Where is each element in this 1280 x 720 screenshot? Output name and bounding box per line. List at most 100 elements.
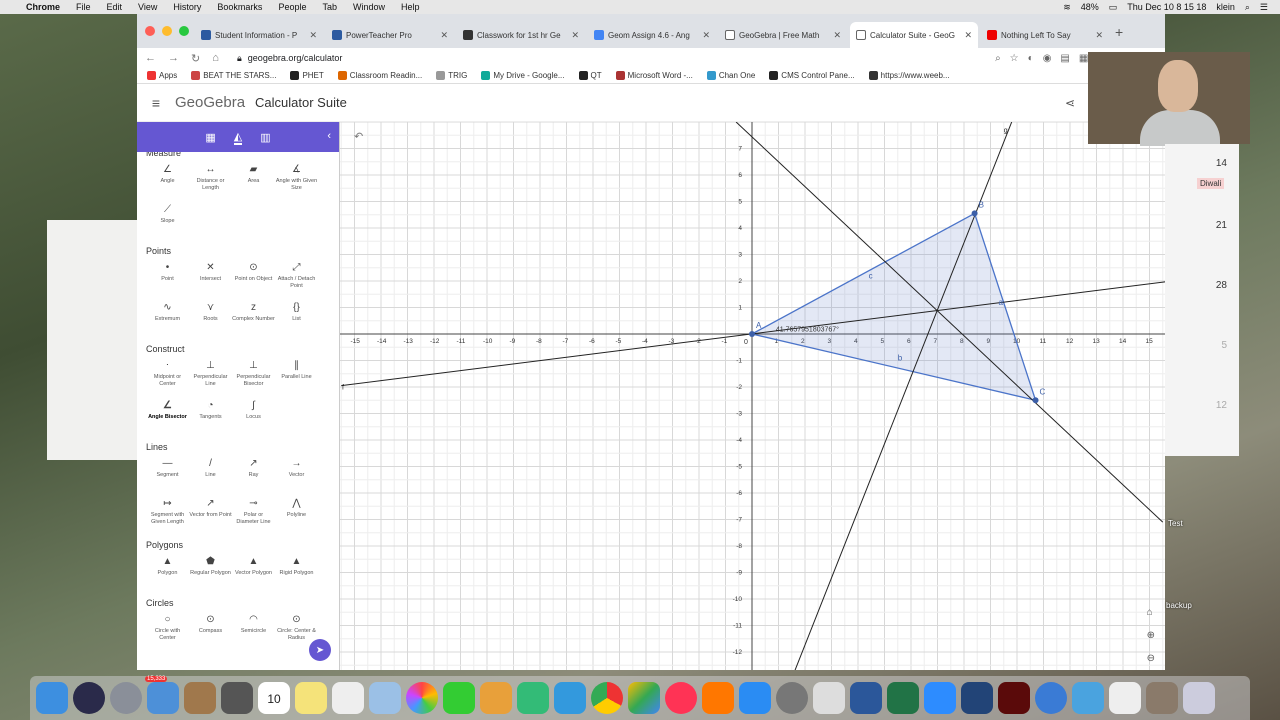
tool-angle-bisector[interactable]: ∠ Angle Bisector xyxy=(146,398,189,436)
excel-icon[interactable] xyxy=(887,682,919,714)
zoom-out-icon[interactable]: ⊖ xyxy=(1147,653,1155,664)
globe-icon[interactable] xyxy=(1035,682,1067,714)
extension-icon[interactable]: ▦ xyxy=(1079,53,1088,64)
zoom-window-button[interactable] xyxy=(179,26,189,36)
close-tab-icon[interactable]: ✕ xyxy=(702,30,710,41)
close-tab-icon[interactable]: ✕ xyxy=(833,30,841,41)
undo-icon[interactable]: ↶ xyxy=(354,130,363,143)
preview-icon[interactable] xyxy=(369,682,401,714)
tool-polygon[interactable]: ▲ Polygon xyxy=(146,554,189,592)
search-icon[interactable]: ⌕ xyxy=(995,53,1001,64)
photo-icon[interactable] xyxy=(1146,682,1178,714)
tool-vector-from-point[interactable]: ↗ Vector from Point xyxy=(189,496,232,534)
user-name[interactable]: klein xyxy=(1216,2,1235,12)
photos-icon[interactable] xyxy=(406,682,438,714)
calendar-event[interactable]: Diwali xyxy=(1197,178,1225,189)
menu-icon[interactable]: ≡ xyxy=(137,95,175,111)
reload-icon[interactable]: ↻ xyxy=(191,52,200,65)
tool-regular-polygon[interactable]: ⬟ Regular Polygon xyxy=(189,554,232,592)
quicktime-icon[interactable] xyxy=(961,682,993,714)
bookmark-cms[interactable]: CMS Control Pane... xyxy=(769,71,855,80)
spotlight-icon[interactable]: ⌕ xyxy=(1245,2,1250,13)
tool-point-on-object[interactable]: ⊙ Point on Object xyxy=(232,260,275,298)
home-icon[interactable]: ⌂ xyxy=(212,52,219,65)
menu-window[interactable]: Window xyxy=(345,2,393,12)
bookmark-my-drive[interactable]: My Drive - Google... xyxy=(481,71,565,80)
home-view-icon[interactable]: ⌂ xyxy=(1147,607,1155,618)
tool-locus[interactable]: ∫ Locus xyxy=(232,398,275,436)
tool-angle-with-given-size[interactable]: ∡ Angle with Given Size xyxy=(275,162,318,200)
chrome-icon[interactable] xyxy=(591,682,623,714)
menu-view[interactable]: View xyxy=(130,2,165,12)
facetime-icon[interactable] xyxy=(443,682,475,714)
close-tab-icon[interactable]: ✕ xyxy=(440,30,448,41)
music-icon[interactable] xyxy=(665,682,697,714)
menu-file[interactable]: File xyxy=(68,2,99,12)
word-icon[interactable] xyxy=(850,682,882,714)
graphics-view[interactable]: -15-14-13-12-11-10-9-8-7-6-5-4-3-2-10123… xyxy=(327,108,1165,670)
calculator-icon[interactable] xyxy=(221,682,253,714)
share-icon[interactable]: ⋖ xyxy=(1065,96,1075,110)
tool-extremum[interactable]: ∿ Extremum xyxy=(146,300,189,338)
tool-compass[interactable]: ⊙ Compass xyxy=(189,612,232,650)
tool-vector[interactable]: → Vector xyxy=(275,456,318,494)
tools-tab-icon[interactable]: ◭ xyxy=(233,130,243,145)
launchpad-icon[interactable] xyxy=(110,682,142,714)
back-icon[interactable]: ← xyxy=(145,52,156,65)
notes-icon[interactable] xyxy=(295,682,327,714)
star-icon[interactable]: ☆ xyxy=(1010,53,1019,64)
url-field[interactable]: geogebra.org/calculator xyxy=(248,53,343,63)
bookmark-classroom-reading[interactable]: Classroom Readin... xyxy=(337,71,422,80)
screenflow-icon[interactable] xyxy=(1072,682,1104,714)
forward-icon[interactable]: → xyxy=(168,52,179,65)
contacts-icon[interactable] xyxy=(184,682,216,714)
tab-student-information[interactable]: Student Information - P ✕ xyxy=(195,22,323,48)
tool-semicircle[interactable]: ◠ Semicircle xyxy=(232,612,275,650)
tool-parallel-line[interactable]: ∥ Parallel Line xyxy=(275,358,318,396)
bookmark-beat-the-stars[interactable]: BEAT THE STARS... xyxy=(191,71,276,80)
pointer-button[interactable]: ➤ xyxy=(309,639,331,661)
menu-people[interactable]: People xyxy=(270,2,314,12)
tool-line[interactable]: / Line xyxy=(189,456,232,494)
numbers-icon[interactable] xyxy=(517,682,549,714)
menu-list-icon[interactable]: ☰ xyxy=(1260,2,1268,13)
mail-icon[interactable]: 15,333 xyxy=(145,676,179,714)
tool-circle-with-center[interactable]: ○ Circle with Center xyxy=(146,612,189,650)
close-tab-icon[interactable]: ✕ xyxy=(309,30,317,41)
tab-geogebra-free[interactable]: GeoGebra | Free Math ✕ xyxy=(719,22,847,48)
trash-icon[interactable] xyxy=(1183,682,1215,714)
tab-geom-assign[interactable]: Geom Assign 4.6 - Ang ✕ xyxy=(588,22,716,48)
new-tab-button[interactable]: + xyxy=(1115,24,1123,40)
menu-app[interactable]: Chrome xyxy=(18,2,68,12)
clock[interactable]: Thu Dec 10 8 15 18 xyxy=(1127,2,1206,12)
close-tab-icon[interactable]: ✕ xyxy=(1095,30,1103,41)
tool-segment-with-given-length[interactable]: ↦ Segment with Given Length xyxy=(146,496,189,534)
tool-complex-number[interactable]: z Complex Number xyxy=(232,300,275,338)
keynote-icon[interactable] xyxy=(554,682,586,714)
bookmark-trig[interactable]: TRIG xyxy=(436,71,467,80)
bookmark-phet[interactable]: PHET xyxy=(290,71,324,80)
tool-intersect[interactable]: ✕ Intersect xyxy=(189,260,232,298)
tool-angle[interactable]: ∠ Angle xyxy=(146,162,189,200)
tool-distance-or-length[interactable]: ↔ Distance or Length xyxy=(189,162,232,200)
zoom-icon[interactable] xyxy=(924,682,956,714)
close-tab-icon[interactable]: ✕ xyxy=(964,30,972,41)
collapse-panel-icon[interactable]: ‹ xyxy=(327,130,331,142)
tool-area[interactable]: ▰ Area xyxy=(232,162,275,200)
tool-list[interactable]: {} List xyxy=(275,300,318,338)
tool-rigid-polygon[interactable]: ▲ Rigid Polygon xyxy=(275,554,318,592)
menu-history[interactable]: History xyxy=(165,2,209,12)
extension-icon[interactable]: ◉ xyxy=(1043,53,1052,64)
google-drive-icon[interactable] xyxy=(628,682,660,714)
tool-perpendicular-line[interactable]: ⊥ Perpendicular Line xyxy=(189,358,232,396)
tab-powerteacher[interactable]: PowerTeacher Pro ✕ xyxy=(326,22,454,48)
blocked-app-icon[interactable] xyxy=(813,682,845,714)
bookmark-microsoft-word[interactable]: Microsoft Word -... xyxy=(615,71,693,80)
document-icon[interactable] xyxy=(1109,682,1141,714)
calendar-icon[interactable]: 10 xyxy=(258,682,290,714)
siri-icon[interactable] xyxy=(73,682,105,714)
menu-bookmarks[interactable]: Bookmarks xyxy=(209,2,270,12)
menu-help[interactable]: Help xyxy=(393,2,428,12)
tool-tangents[interactable]: ◔ Tangents xyxy=(189,398,232,436)
tool-slope[interactable]: ⟋ Slope xyxy=(146,202,189,240)
